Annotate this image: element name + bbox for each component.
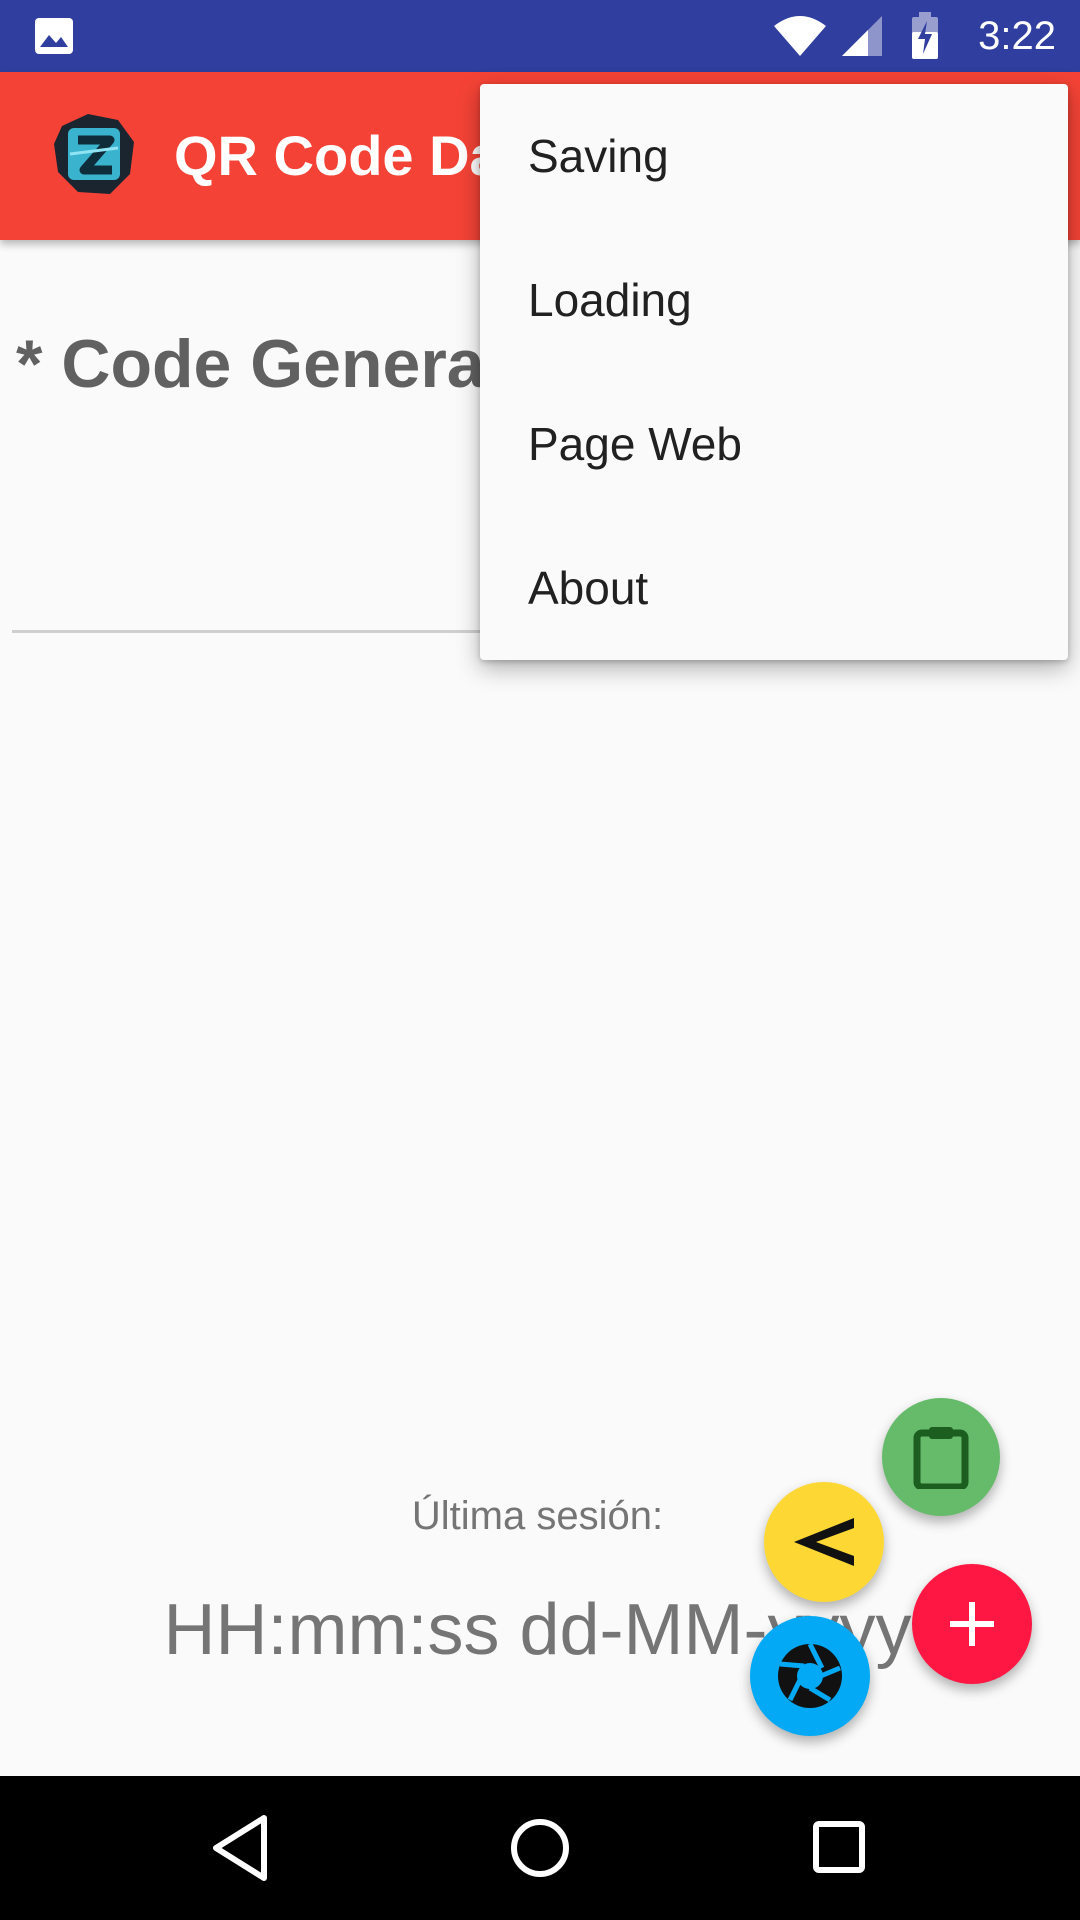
camera-aperture-icon	[778, 1642, 842, 1708]
menu-item-saving[interactable]: Saving	[480, 84, 1068, 228]
clipboard-icon	[913, 1427, 969, 1489]
back-icon[interactable]	[208, 1812, 272, 1884]
share-fab[interactable]	[764, 1482, 884, 1602]
app-logo-z-icon	[54, 114, 134, 194]
camera-fab[interactable]	[750, 1616, 870, 1736]
app-title: QR Code Da	[174, 124, 501, 187]
add-fab[interactable]	[912, 1564, 1032, 1684]
menu-item-about[interactable]: About	[480, 516, 1068, 660]
battery-charging-icon	[912, 12, 938, 59]
share-icon	[794, 1518, 854, 1566]
menu-item-page-web[interactable]: Page Web	[480, 372, 1068, 516]
wifi-icon	[774, 16, 826, 56]
menu-item-loading[interactable]: Loading	[480, 228, 1068, 372]
navigation-bar	[0, 1776, 1080, 1920]
section-heading: * Code Genera	[16, 326, 485, 402]
status-bar: 3:22	[0, 0, 1080, 72]
signal-icon	[842, 16, 882, 56]
recents-icon[interactable]	[808, 1812, 872, 1884]
add-icon	[950, 1602, 994, 1646]
clipboard-fab[interactable]	[882, 1398, 1000, 1516]
status-clock: 3:22	[978, 14, 1056, 58]
gallery-icon	[35, 18, 73, 54]
home-icon[interactable]	[508, 1812, 572, 1884]
overflow-menu: Saving Loading Page Web About	[480, 84, 1068, 660]
